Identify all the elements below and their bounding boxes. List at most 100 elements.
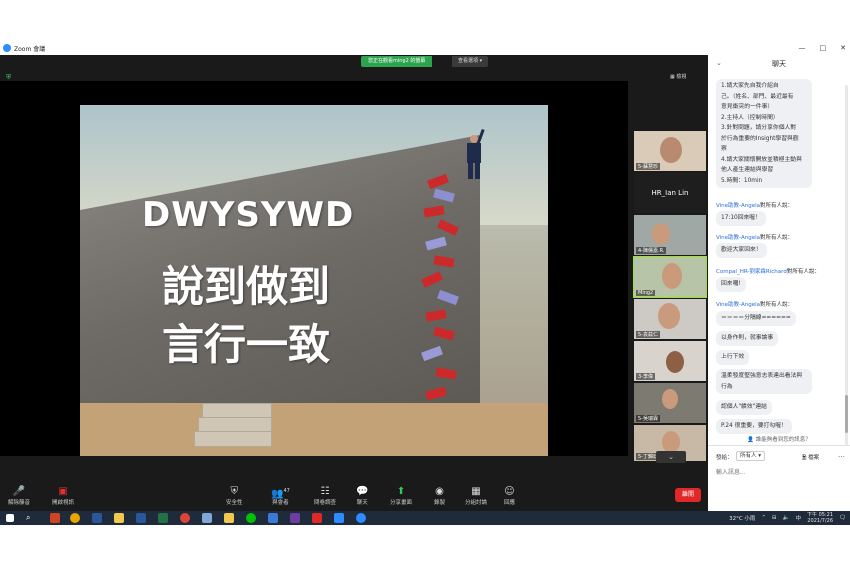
app-title: Zoom 會議	[0, 44, 45, 53]
participant-tile[interactable]: HR_Ian Lin	[634, 173, 706, 213]
line-icon[interactable]	[246, 513, 256, 523]
minimize-icon[interactable]: —	[799, 44, 806, 52]
word-icon[interactable]	[92, 513, 102, 523]
participant-name: 4-陳儒嘉.R.	[636, 247, 667, 254]
participant-tile[interactable]: 5-袁茲仁	[634, 299, 706, 339]
slide-person	[464, 128, 486, 179]
chat-message: 以身作則，就事論事	[716, 331, 779, 346]
chat-line: 5.時間：10min	[721, 177, 763, 184]
chat-message: ＝＝＝＝分隔線======	[716, 311, 796, 326]
network-icon[interactable]: ⊟	[772, 515, 777, 521]
excel-icon[interactable]	[158, 513, 168, 523]
volume-icon[interactable]: 🔈	[783, 515, 790, 521]
clock[interactable]: 下午 05:21 2021/7/26	[807, 512, 833, 524]
zoom-meeting-icon[interactable]	[356, 513, 366, 523]
outlook-icon[interactable]	[136, 513, 146, 523]
chat-line: 2.主持人（控制時間）	[721, 114, 779, 121]
participant-tile[interactable]: 3-李偉	[634, 341, 706, 381]
participant-tile[interactable]: 5-吳瑞霖	[634, 383, 706, 423]
zoom-icon[interactable]	[334, 513, 344, 523]
weather-widget[interactable]: 32°C 小雨	[729, 514, 755, 522]
participant-name: HR_Ian Lin	[651, 189, 689, 197]
participant-thumbnails: 5-蘇慧珍 HR_Ian Lin 4-陳儒嘉.R. Ming2 5-袁茲仁 3-…	[632, 91, 708, 461]
acrobat-icon[interactable]	[312, 513, 322, 523]
chat-label: 聊天	[356, 500, 368, 506]
microphone-muted-icon: 🎤	[12, 486, 26, 497]
breakout-label: 分組討論	[465, 500, 488, 506]
reactions-button[interactable]: ☺ 回應	[504, 485, 515, 506]
unmute-button[interactable]: 🎤 解除靜音	[8, 485, 30, 506]
end-meeting-button[interactable]: 離開	[675, 488, 701, 502]
who-can-see-hint[interactable]: 👤 誰能夠看到您的訊息？	[708, 435, 850, 443]
share-screen-icon: ⬆	[396, 486, 406, 497]
chat-line: 於行為重要的Insight學習與觀	[721, 135, 799, 142]
view-button[interactable]: ▦ 檢視	[670, 73, 686, 80]
security-button[interactable]: ⛨ 安全性	[226, 485, 243, 506]
sender-name[interactable]: Vine助教-Angela	[716, 203, 760, 209]
meeting-toolbar: 🎤 解除靜音 ▣ 開啟視訊 ⛨ 安全性 👥47 與會者 ☷ 問卷調查 💬 聊天	[0, 483, 708, 511]
participant-tile[interactable]: 4-陳儒嘉.R.	[634, 215, 706, 255]
divider	[708, 445, 850, 446]
windows-start-icon[interactable]	[6, 514, 14, 522]
smiley-icon: ☺	[504, 486, 515, 497]
app-icon[interactable]	[202, 513, 212, 523]
recipient-select[interactable]: 所有人 ▾	[736, 451, 766, 461]
powerpoint-icon[interactable]	[50, 513, 60, 523]
sender-name[interactable]: Vine助教-Angela	[716, 235, 760, 241]
search-icon[interactable]: ⌕	[26, 513, 36, 523]
chat-message: 回來囉!	[716, 277, 746, 292]
share-screen-button[interactable]: ⬆ 分享畫面	[390, 485, 412, 506]
participant-name: 5-袁茲仁	[636, 331, 660, 338]
polls-button[interactable]: ☷ 問卷調查	[314, 485, 336, 506]
zoom-logo-icon	[3, 44, 11, 52]
security-label: 安全性	[226, 500, 243, 506]
chevron-down-icon[interactable]: ⌄	[656, 451, 686, 463]
record-icon: ◉	[435, 486, 444, 497]
sender-suffix: 對所有人說：	[760, 235, 794, 241]
slide-title-line1: DWYSYWD	[142, 195, 355, 235]
sender-name[interactable]: Compal_HR-劉家霖Richard	[716, 269, 787, 275]
chevron-up-icon[interactable]: ⌃	[761, 515, 766, 521]
start-video-label: 開啟視訊	[52, 500, 75, 506]
view-options-button[interactable]: 查看選項 ▾	[452, 56, 489, 67]
chrome-icon[interactable]	[70, 513, 80, 523]
close-icon[interactable]: ✕	[840, 44, 846, 52]
chat-icon: 💬	[356, 486, 369, 497]
participant-tile[interactable]: Ming2	[633, 256, 707, 298]
slide-title-line3: 言行一致	[162, 320, 331, 369]
more-icon[interactable]: …	[838, 451, 845, 459]
sender-suffix: 對所有人說：	[760, 302, 794, 308]
sender-name[interactable]: Vine助教-Angela	[716, 302, 760, 308]
file-button[interactable]: 🗎 檔案	[802, 453, 819, 463]
window-titlebar: Zoom 會議 — □ ✕	[0, 41, 850, 55]
participants-button[interactable]: 👥47 與會者	[271, 485, 290, 506]
chat-message: 歡迎大家回來！	[716, 243, 767, 258]
sender-suffix: 對所有人說：	[786, 269, 820, 275]
chat-scrollbar-thumb[interactable]	[845, 395, 848, 433]
participant-tile[interactable]: 5-蘇慧珍	[634, 131, 706, 171]
unmute-label: 解除靜音	[8, 500, 31, 506]
app-icon[interactable]	[224, 513, 234, 523]
browser-icon[interactable]	[180, 513, 190, 523]
app-icon[interactable]	[290, 513, 300, 523]
screenshot: Zoom 會議 — □ ✕ 您正在觀看ming2 的螢幕 查看選項 ▾ ⛨ ▦ …	[0, 41, 850, 525]
participants-label: 與會者	[272, 500, 289, 506]
person-icon: 👤	[747, 437, 756, 443]
chat-sender: Vine助教-Angela對所有人說：	[716, 201, 793, 209]
app-icon[interactable]	[268, 513, 278, 523]
notification-icon[interactable]: 🗨	[839, 515, 846, 521]
maximize-icon[interactable]: □	[820, 44, 827, 52]
chat-scrollbar-track[interactable]	[845, 85, 848, 445]
window-controls: — □ ✕	[799, 41, 847, 55]
chat-button[interactable]: 💬 聊天	[356, 485, 368, 506]
start-video-button[interactable]: ▣ 開啟視訊	[52, 485, 74, 506]
shared-screen: DWYSYWD 說到做到 言行一致	[0, 81, 628, 456]
breakout-button[interactable]: ▦ 分組討論	[465, 485, 487, 506]
clock-date: 2021/7/26	[807, 518, 834, 524]
record-button[interactable]: ◉ 錄製	[434, 485, 445, 506]
view-label: 檢視	[676, 74, 687, 80]
chat-message-input[interactable]	[716, 467, 842, 479]
input-method-icon[interactable]: 中	[796, 514, 802, 522]
file-explorer-icon[interactable]	[114, 513, 124, 523]
share-screen-label: 分享畫面	[390, 500, 413, 506]
